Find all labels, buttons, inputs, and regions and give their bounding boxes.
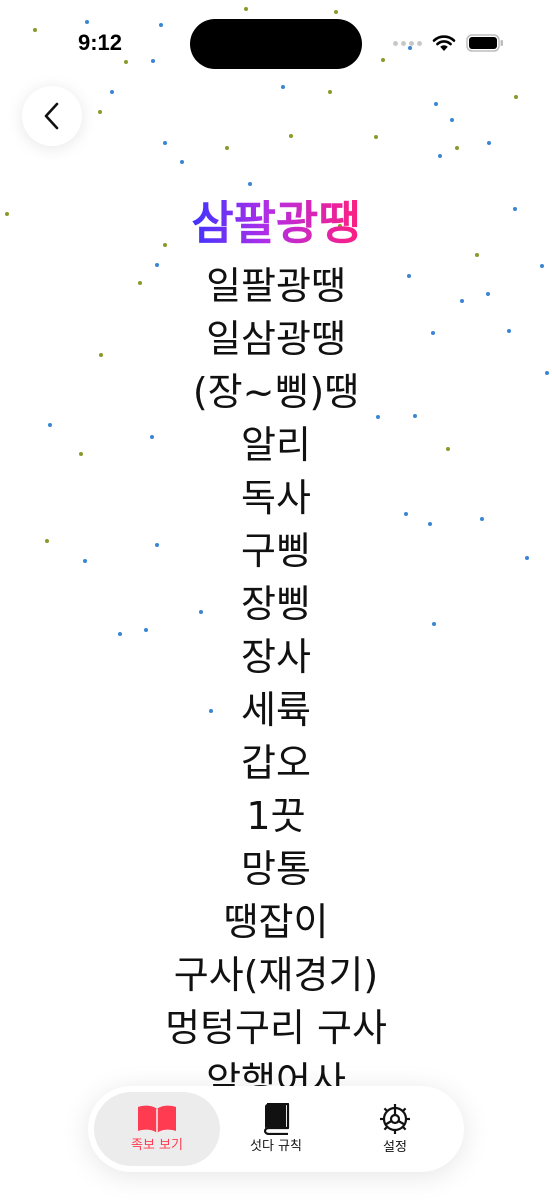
status-icons xyxy=(393,34,504,52)
cellular-signal-icon xyxy=(393,40,422,46)
status-bar: 9:12 xyxy=(0,0,552,90)
chevron-left-icon xyxy=(44,102,59,130)
hand-rankings-list: 삼팔광땡 일팔광땡 일삼광땡 (장~삥)땡 알리 독사 구삥 장삥 장사 세륙 … xyxy=(0,186,552,1108)
tab-hand-rankings[interactable]: 족보 보기 xyxy=(94,1092,220,1166)
wifi-icon xyxy=(432,35,456,51)
rank-item[interactable]: 알리 xyxy=(0,419,552,472)
rank-item[interactable]: 구사(재경기) xyxy=(0,949,552,1002)
rank-item[interactable]: 장사 xyxy=(0,631,552,684)
rank-item[interactable]: 땡잡이 xyxy=(0,896,552,949)
tab-bar: 족보 보기 섯다 규칙 설정 xyxy=(88,1086,464,1172)
rank-item[interactable]: 일삼광땡 xyxy=(0,313,552,366)
dynamic-island xyxy=(190,19,362,69)
rank-item[interactable]: 세륙 xyxy=(0,684,552,737)
tab-label: 섯다 규칙 xyxy=(250,1139,302,1154)
closed-book-icon xyxy=(263,1103,290,1135)
gear-icon xyxy=(380,1104,410,1134)
battery-icon xyxy=(466,34,503,52)
rank-item[interactable]: 1끗 xyxy=(0,790,552,843)
page-title: 삼팔광땡 xyxy=(191,186,360,260)
rank-item[interactable]: 일팔광땡 xyxy=(0,260,552,313)
tab-rules[interactable]: 섯다 규칙 xyxy=(213,1092,339,1166)
rank-item[interactable]: 독사 xyxy=(0,472,552,525)
rank-item[interactable]: 장삥 xyxy=(0,578,552,631)
tab-label: 족보 보기 xyxy=(131,1138,183,1153)
tab-settings[interactable]: 설정 xyxy=(332,1092,458,1166)
rank-item[interactable]: 망통 xyxy=(0,843,552,896)
status-time: 9:12 xyxy=(78,30,123,55)
rank-item[interactable]: 멍텅구리 구사 xyxy=(0,1002,552,1055)
rank-item[interactable]: 구삥 xyxy=(0,525,552,578)
tab-label: 설정 xyxy=(383,1140,407,1155)
rank-item[interactable]: (장~삥)땡 xyxy=(0,366,552,419)
open-book-icon xyxy=(138,1105,176,1133)
back-button[interactable] xyxy=(22,86,82,146)
rank-item[interactable]: 갑오 xyxy=(0,737,552,790)
